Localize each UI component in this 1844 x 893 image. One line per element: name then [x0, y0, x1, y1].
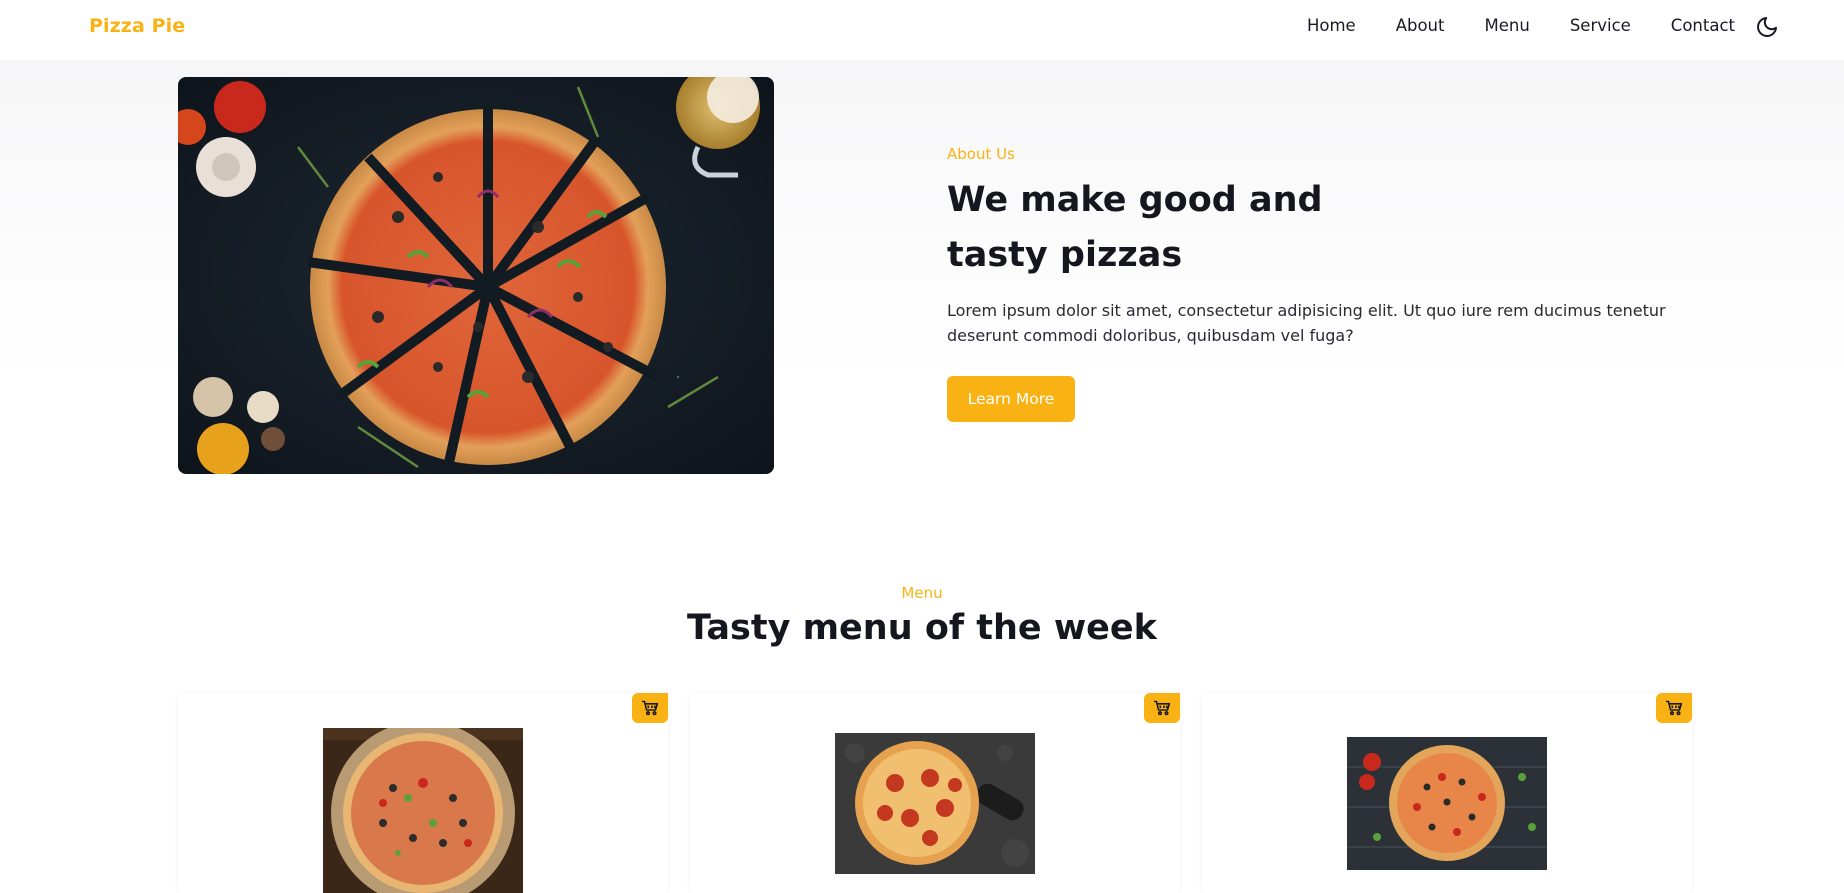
cart-icon[interactable]: [1144, 693, 1180, 723]
nav-about[interactable]: About: [1396, 16, 1445, 35]
site-header: Pizza Pie Home About Menu Service Contac…: [0, 0, 1844, 60]
about-subtitle: About Us: [947, 145, 1677, 163]
cart-icon[interactable]: [1656, 693, 1692, 723]
nav-contact[interactable]: Contact: [1671, 16, 1735, 35]
menu-cards: [178, 693, 1692, 893]
menu-title: Tasty menu of the week: [0, 608, 1844, 648]
menu-card[interactable]: [178, 693, 668, 893]
menu-subtitle: Menu: [0, 584, 1844, 602]
learn-more-button[interactable]: Learn More: [947, 376, 1075, 422]
nav-home[interactable]: Home: [1307, 16, 1356, 35]
cart-icon[interactable]: [632, 693, 668, 723]
nav-service[interactable]: Service: [1570, 16, 1631, 35]
menu-card[interactable]: [690, 693, 1180, 893]
about-description: Lorem ipsum dolor sit amet, consectetur …: [947, 298, 1677, 348]
main-nav: Home About Menu Service Contact: [1307, 16, 1735, 35]
about-section: About Us We make good and tasty pizzas L…: [0, 60, 1844, 500]
supreme-pizza-photo: [1347, 737, 1547, 870]
vegetable-pizza-photo: [323, 728, 523, 893]
nav-menu[interactable]: Menu: [1485, 16, 1530, 35]
about-title: We make good and tasty pizzas: [947, 173, 1367, 283]
menu-section: Menu Tasty menu of the week: [0, 580, 1844, 876]
menu-card[interactable]: [1202, 693, 1692, 893]
logo[interactable]: Pizza Pie: [89, 15, 185, 37]
pepperoni-pizza-photo: [835, 733, 1035, 874]
moon-icon[interactable]: [1755, 15, 1779, 39]
pizza-slices-photo: [178, 77, 774, 474]
about-content: About Us We make good and tasty pizzas L…: [947, 145, 1677, 422]
